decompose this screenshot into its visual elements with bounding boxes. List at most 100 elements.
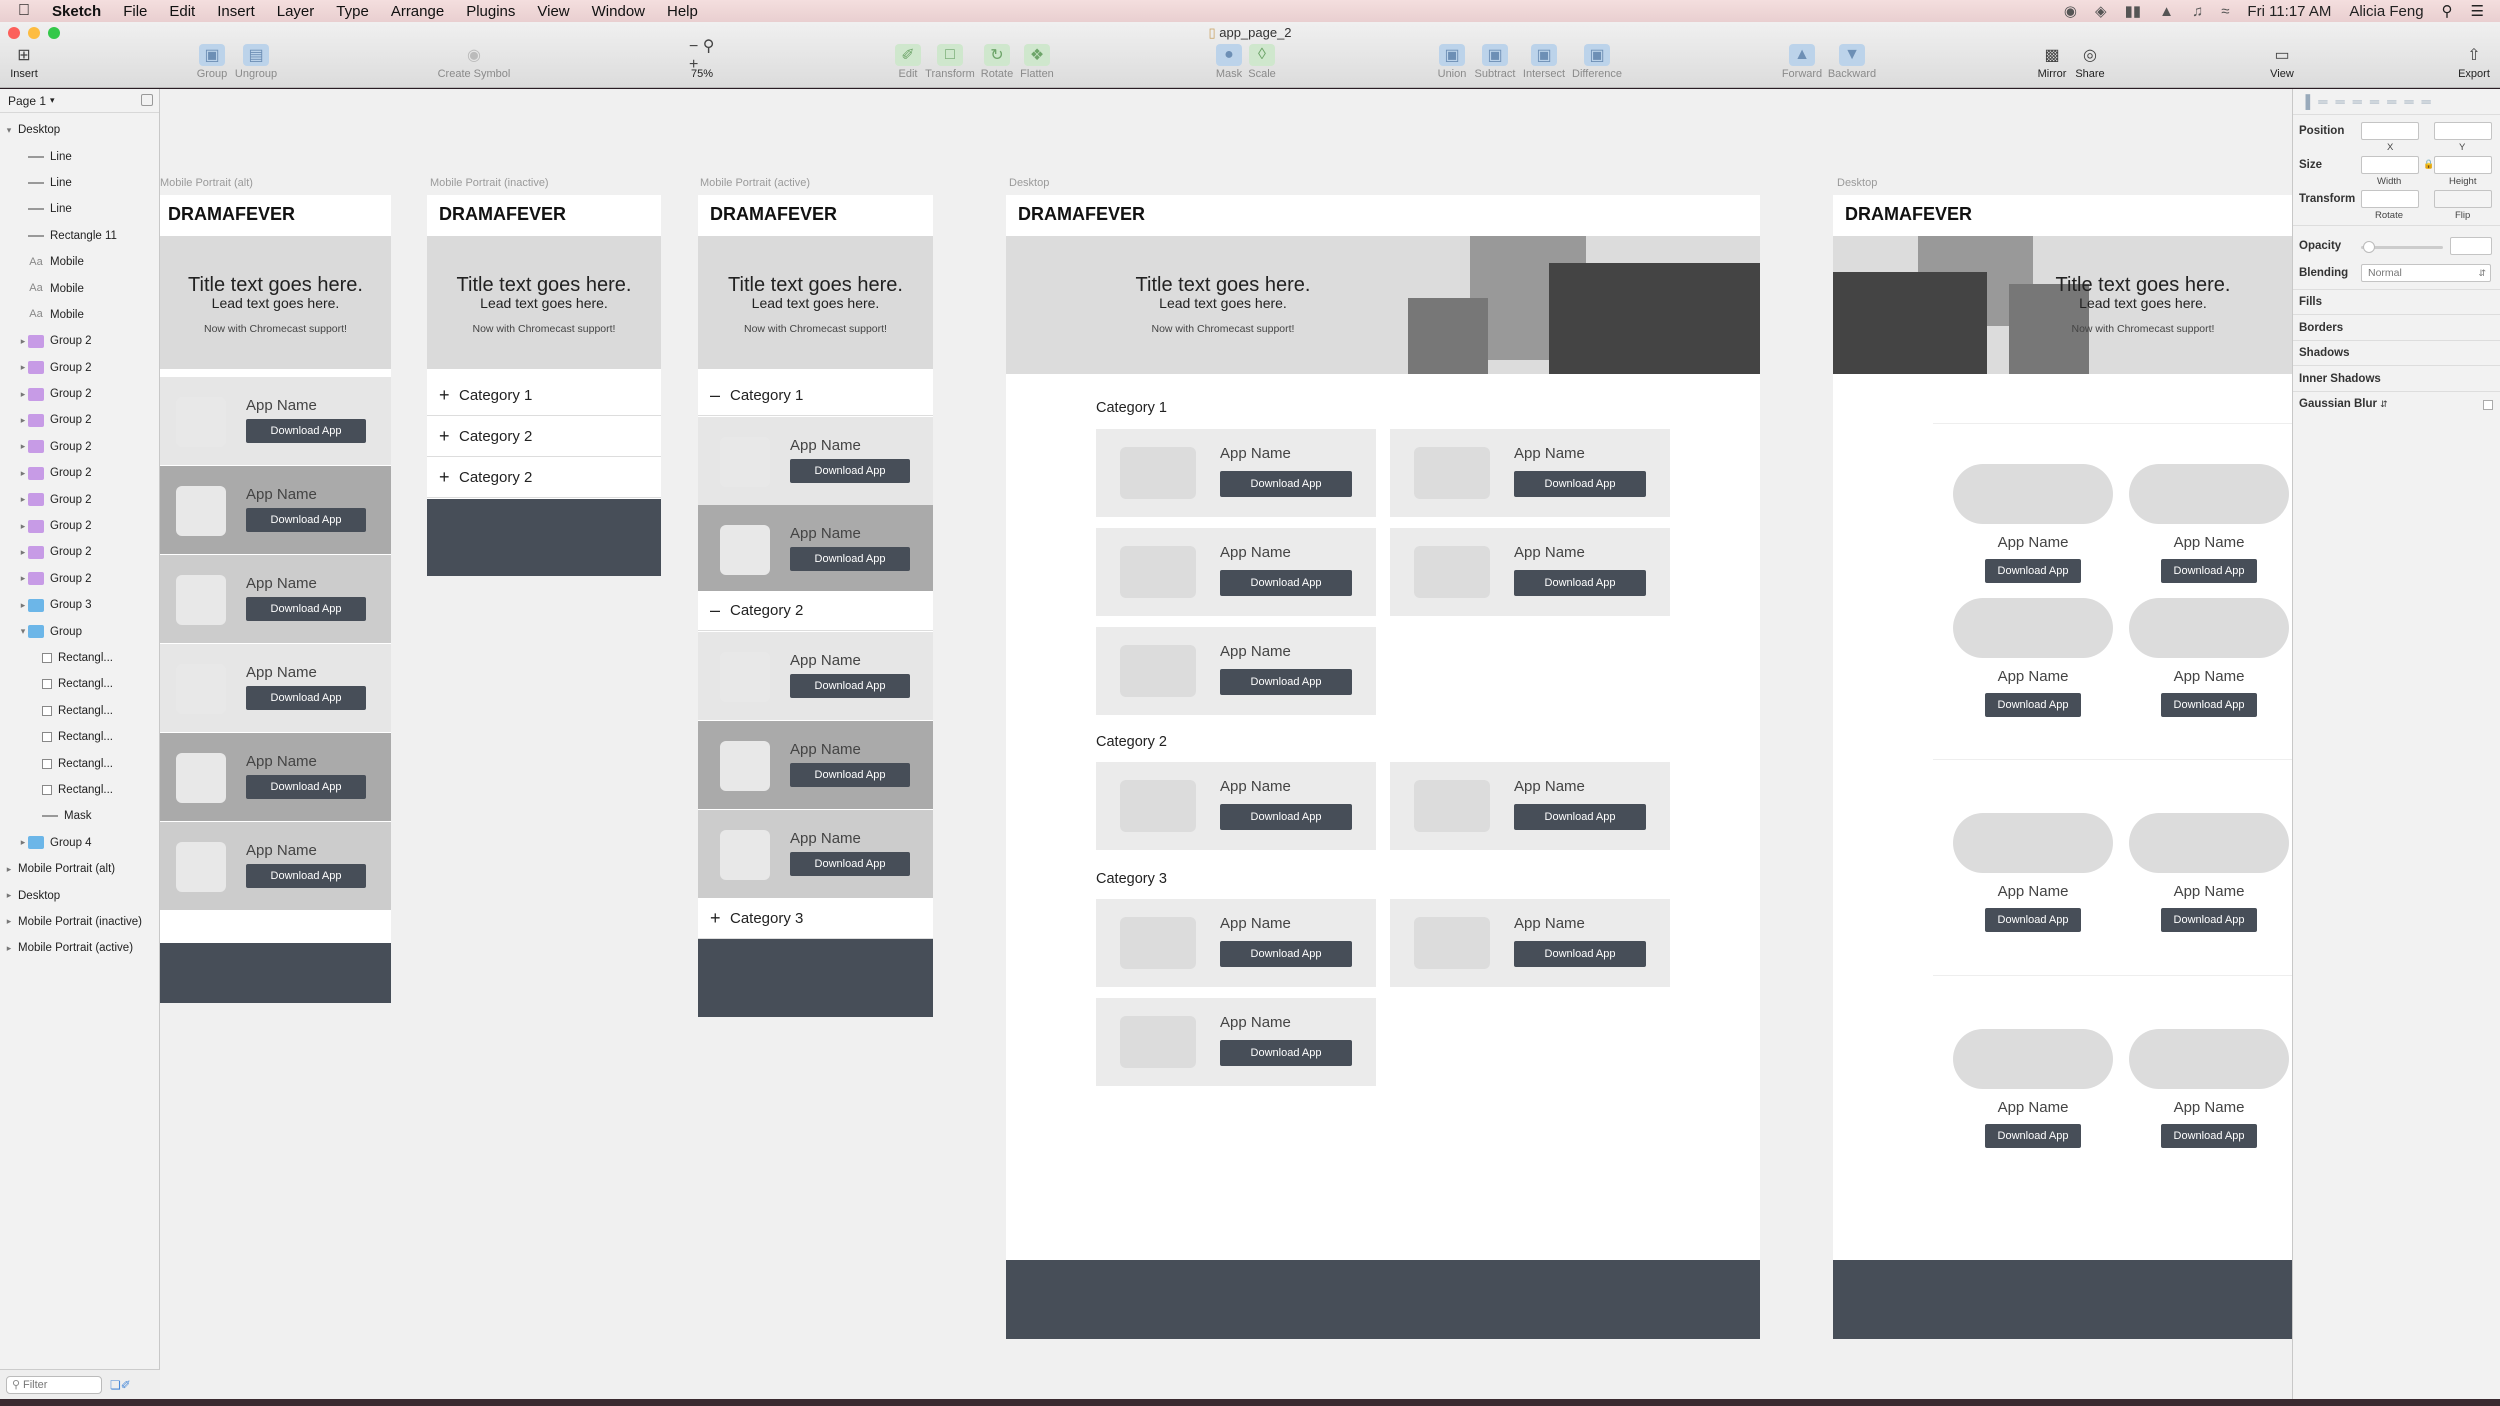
- download-app-button[interactable]: Download App: [1220, 570, 1352, 596]
- intersect-button[interactable]: ▣ Intersect: [1516, 44, 1572, 80]
- zoom-control[interactable]: − ⚲ +75%: [667, 38, 737, 80]
- app-row[interactable]: App Name Download App: [160, 555, 391, 643]
- download-app-button[interactable]: Download App: [2161, 908, 2257, 932]
- app-card[interactable]: App Name Download App: [1096, 899, 1376, 987]
- app-card[interactable]: App Name Download App: [1390, 429, 1670, 517]
- forward-button[interactable]: ▲ Forward: [1774, 44, 1830, 80]
- artboard-label-active[interactable]: Mobile Portrait (active): [700, 177, 810, 189]
- app-card[interactable]: App Name Download App: [1390, 762, 1670, 850]
- layer-row[interactable]: ▸ Group 2: [0, 381, 159, 407]
- app-row[interactable]: App Name Download App: [160, 466, 391, 554]
- layer-row[interactable]: ▸ Group 2: [0, 539, 159, 565]
- disclosure-collapsed-icon[interactable]: ▸: [18, 468, 28, 479]
- layer-row[interactable]: ▸ Group 2: [0, 566, 159, 592]
- status-icon[interactable]: ◉: [2064, 2, 2077, 20]
- align-right-icon[interactable]: ═: [2335, 94, 2344, 109]
- app-card[interactable]: App Name Download App: [1096, 762, 1376, 850]
- app-row[interactable]: App Name Download App: [160, 822, 391, 910]
- layer-row[interactable]: Rectangl...: [0, 671, 159, 697]
- menu-type[interactable]: Type: [336, 3, 369, 20]
- disclosure-collapsed-icon[interactable]: ▸: [4, 890, 14, 901]
- layer-row[interactable]: ▸ Group 2: [0, 355, 159, 381]
- download-app-button[interactable]: Download App: [1220, 941, 1352, 967]
- artboard-label-alt[interactable]: Mobile Portrait (alt): [160, 177, 253, 189]
- app-row[interactable]: App Name Download App: [698, 505, 933, 593]
- app-thumbnail[interactable]: [1953, 598, 2113, 658]
- app-row[interactable]: App Name Download App: [160, 377, 391, 465]
- layer-row[interactable]: Rectangl...: [0, 645, 159, 671]
- height-input[interactable]: [2434, 156, 2492, 174]
- layer-row[interactable]: ▸ Group 4: [0, 830, 159, 856]
- disclosure-collapsed-icon[interactable]: ▸: [4, 943, 14, 954]
- align-middle-icon[interactable]: ═: [2387, 94, 2396, 109]
- align-bottom-icon[interactable]: ═: [2404, 94, 2413, 109]
- opacity-slider-handle[interactable]: [2363, 241, 2375, 253]
- disclosure-collapsed-icon[interactable]: ▸: [18, 362, 28, 373]
- spotlight-icon[interactable]: ⚲: [2442, 2, 2453, 20]
- layer-row[interactable]: Aa Mobile: [0, 249, 159, 275]
- app-row[interactable]: App Name Download App: [160, 733, 391, 821]
- download-app-button[interactable]: Download App: [246, 686, 366, 710]
- wifi-icon[interactable]: ≈: [2221, 3, 2229, 20]
- distribute-vertical-icon[interactable]: ═: [2422, 94, 2431, 109]
- width-input[interactable]: [2361, 156, 2419, 174]
- disclosure-collapsed-icon[interactable]: ▸: [18, 336, 28, 347]
- align-left-icon[interactable]: ▐: [2301, 94, 2310, 109]
- layer-row[interactable]: ▸ Group 2: [0, 513, 159, 539]
- artboard-mobile-alt[interactable]: DRAMAFEVER Title text goes here. Lead te…: [160, 195, 391, 1003]
- menu-insert[interactable]: Insert: [217, 3, 255, 20]
- menu-layer[interactable]: Layer: [277, 3, 315, 20]
- volume-icon[interactable]: ♫: [2192, 3, 2203, 20]
- disclosure-collapsed-icon[interactable]: ▸: [4, 916, 14, 927]
- app-row[interactable]: App Name Download App: [698, 632, 933, 720]
- clock[interactable]: Fri 11:17 AM: [2247, 3, 2331, 20]
- opacity-input[interactable]: [2450, 237, 2492, 255]
- download-app-button[interactable]: Download App: [2161, 693, 2257, 717]
- layer-row[interactable]: ▸ Group 3: [0, 592, 159, 618]
- app-thumbnail[interactable]: [2129, 1029, 2289, 1089]
- app-row[interactable]: App Name Download App: [698, 417, 933, 505]
- artboard-desktop-2[interactable]: DRAMAFEVER Title text goes here. Lead te…: [1833, 195, 2292, 1339]
- layer-row[interactable]: Line: [0, 143, 159, 169]
- artboard-mobile-active[interactable]: DRAMAFEVER Title text goes here. Lead te…: [698, 195, 933, 1017]
- apple-icon[interactable]: : [18, 2, 30, 20]
- download-app-button[interactable]: Download App: [790, 459, 910, 483]
- flip-toggle[interactable]: [2434, 190, 2492, 208]
- app-card[interactable]: App Name Download App: [1096, 429, 1376, 517]
- layer-row[interactable]: Aa Mobile: [0, 275, 159, 301]
- layer-row[interactable]: ▸ Group 2: [0, 434, 159, 460]
- download-app-button[interactable]: Download App: [790, 547, 910, 571]
- backward-button[interactable]: ▼ Backward: [1824, 44, 1880, 80]
- app-card[interactable]: App Name Download App: [1096, 627, 1376, 715]
- app-thumbnail[interactable]: [1953, 813, 2113, 873]
- layer-row[interactable]: ▾ Group: [0, 618, 159, 644]
- app-thumbnail[interactable]: [2129, 813, 2289, 873]
- menu-app-sketch[interactable]: Sketch: [52, 3, 101, 20]
- notification-center-icon[interactable]: ☰: [2471, 2, 2484, 20]
- layer-row[interactable]: Aa Mobile: [0, 302, 159, 328]
- lock-icon[interactable]: 🔒: [2423, 159, 2434, 170]
- layer-row[interactable]: ▸ Group 2: [0, 460, 159, 486]
- category-row[interactable]: + Category 3: [698, 899, 933, 939]
- page-selector[interactable]: Page 1 ▾: [0, 89, 159, 113]
- scale-button[interactable]: ◊ Scale: [1234, 44, 1290, 80]
- layer-row[interactable]: Rectangl...: [0, 724, 159, 750]
- download-app-button[interactable]: Download App: [1985, 908, 2081, 932]
- artboard-label-desktop[interactable]: Desktop: [1009, 177, 1049, 189]
- layer-row[interactable]: Rectangl...: [0, 750, 159, 776]
- download-app-button[interactable]: Download App: [1985, 1124, 2081, 1148]
- difference-button[interactable]: ▣ Difference: [1569, 44, 1625, 80]
- fills-section[interactable]: Fills: [2299, 296, 2322, 308]
- layer-row[interactable]: ▸ Mobile Portrait (inactive): [0, 909, 159, 935]
- download-app-button[interactable]: Download App: [790, 852, 910, 876]
- menu-window[interactable]: Window: [592, 3, 645, 20]
- download-app-button[interactable]: Download App: [246, 597, 366, 621]
- disclosure-expanded-icon[interactable]: ▾: [18, 626, 28, 637]
- download-app-button[interactable]: Download App: [1514, 804, 1646, 830]
- rotate-input[interactable]: [2361, 190, 2419, 208]
- insert-button[interactable]: ⊞ Insert: [0, 44, 52, 80]
- download-app-button[interactable]: Download App: [1220, 669, 1352, 695]
- battery-icon[interactable]: ▮▮: [2125, 2, 2142, 20]
- share-button[interactable]: ◎ Share: [2062, 44, 2118, 80]
- disclosure-collapsed-icon[interactable]: ▸: [18, 573, 28, 584]
